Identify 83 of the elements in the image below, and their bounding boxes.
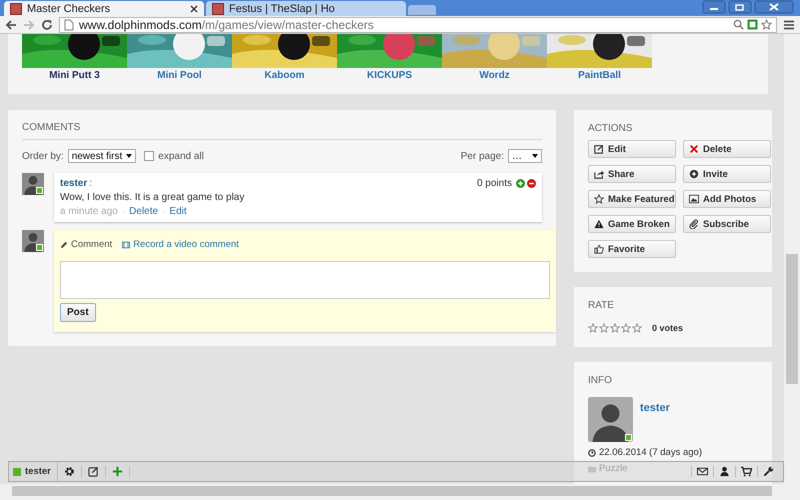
comment-author-link[interactable]: tester [60, 178, 88, 189]
game-title-link[interactable]: Mini Pool [157, 70, 202, 81]
horizontal-scrollbar[interactable] [0, 484, 800, 500]
back-icon[interactable] [5, 18, 17, 30]
extension-icon[interactable] [747, 19, 758, 30]
comment-action-link[interactable]: Edit [169, 206, 187, 217]
avatar [22, 230, 44, 252]
star-icon[interactable] [761, 19, 772, 30]
caret-icon [532, 154, 538, 158]
votes-count: 0 votes [652, 323, 684, 333]
game-title-link[interactable]: KICKUPS [366, 70, 412, 81]
action-button[interactable]: Edit [588, 140, 676, 158]
expand-all-label: expand all [158, 150, 204, 162]
separator-dot: · [162, 206, 166, 217]
action-button[interactable]: Delete [683, 140, 771, 158]
browser-tab[interactable]: Festus | TheSlap | Ho [206, 1, 406, 16]
action-button[interactable]: Subscribe [683, 215, 771, 233]
restore-icon[interactable] [728, 0, 752, 14]
comment-text: Wow, I love this. It is a great game to play [60, 192, 246, 203]
author-separator: : [89, 178, 92, 189]
comment-action-link[interactable]: Delete [129, 206, 158, 217]
comment-input[interactable] [60, 261, 550, 299]
avatar [588, 397, 633, 442]
plus-circle-icon [689, 169, 699, 179]
close-icon[interactable] [754, 0, 794, 14]
per-page-label: Per page: [460, 150, 504, 162]
clock-icon [588, 448, 596, 456]
info-heading: INFO [588, 375, 613, 386]
address-bar[interactable]: www.dolphinmods.com/m/games/view/master-checkers [59, 16, 777, 32]
composer-tab[interactable]: Record a video comment [122, 239, 239, 250]
paperclip-icon [689, 219, 699, 229]
date-text: 22.06.2014 (7 days ago) [599, 447, 702, 458]
order-select[interactable]: newest first [68, 149, 136, 163]
page-icon [64, 18, 74, 30]
action-button[interactable]: Share [588, 165, 676, 183]
pencil-icon [60, 240, 68, 248]
user-link[interactable]: tester [640, 402, 670, 414]
actions-heading: ACTIONS [588, 123, 634, 134]
thumbs-up-icon [594, 244, 604, 254]
warning-icon [594, 219, 604, 229]
post-button[interactable]: Post [60, 303, 96, 322]
points-count: 0 points [476, 178, 512, 189]
action-button[interactable]: Invite [683, 165, 771, 183]
comment-time: a minute ago [60, 206, 118, 217]
comments-heading: COMMENTS [22, 122, 82, 133]
zoom-icon[interactable] [733, 19, 744, 30]
action-button[interactable]: Game Broken [588, 215, 676, 233]
game-title-link[interactable]: Wordz [479, 70, 510, 81]
scroll-thumb[interactable] [786, 254, 798, 384]
rate-heading: RATE [588, 300, 615, 311]
separator-dot: · [122, 206, 126, 217]
folder-icon [588, 464, 596, 472]
favicon-icon [212, 2, 224, 14]
share-icon [594, 169, 604, 179]
user-menu[interactable]: tester [13, 462, 58, 481]
game-title-link[interactable]: Kaboom [264, 70, 304, 81]
reload-icon[interactable] [41, 18, 53, 30]
action-button[interactable]: Make Featured [588, 190, 676, 208]
game-title-link[interactable]: PaintBall [578, 70, 621, 81]
game-title-link[interactable]: Mini Putt 3 [49, 70, 100, 81]
minimize-icon[interactable] [702, 0, 726, 14]
image-icon [689, 194, 699, 204]
menu-icon[interactable] [783, 18, 795, 30]
edit-icon [594, 144, 604, 154]
vertical-scrollbar[interactable] [784, 34, 800, 484]
action-button[interactable]: Add Photos [683, 190, 771, 208]
scroll-thumb[interactable] [12, 486, 772, 496]
cross-icon [689, 144, 699, 154]
order-by-label: Order by: [22, 150, 64, 162]
per-page-select[interactable]: … [508, 149, 542, 163]
rating-stars[interactable] [588, 323, 642, 333]
favicon-icon [10, 2, 22, 14]
browser-tab[interactable]: Master Checkers [4, 1, 204, 16]
caret-icon [126, 154, 132, 158]
film-icon [122, 240, 130, 248]
upvote-icon[interactable] [516, 179, 525, 188]
star-icon [594, 194, 604, 204]
action-button[interactable]: Favorite [588, 240, 676, 258]
downvote-icon[interactable] [527, 179, 536, 188]
close-icon[interactable] [190, 4, 198, 12]
avatar [22, 173, 44, 195]
composer-tab[interactable]: Comment [60, 239, 112, 250]
expand-all-checkbox[interactable] [144, 151, 154, 161]
